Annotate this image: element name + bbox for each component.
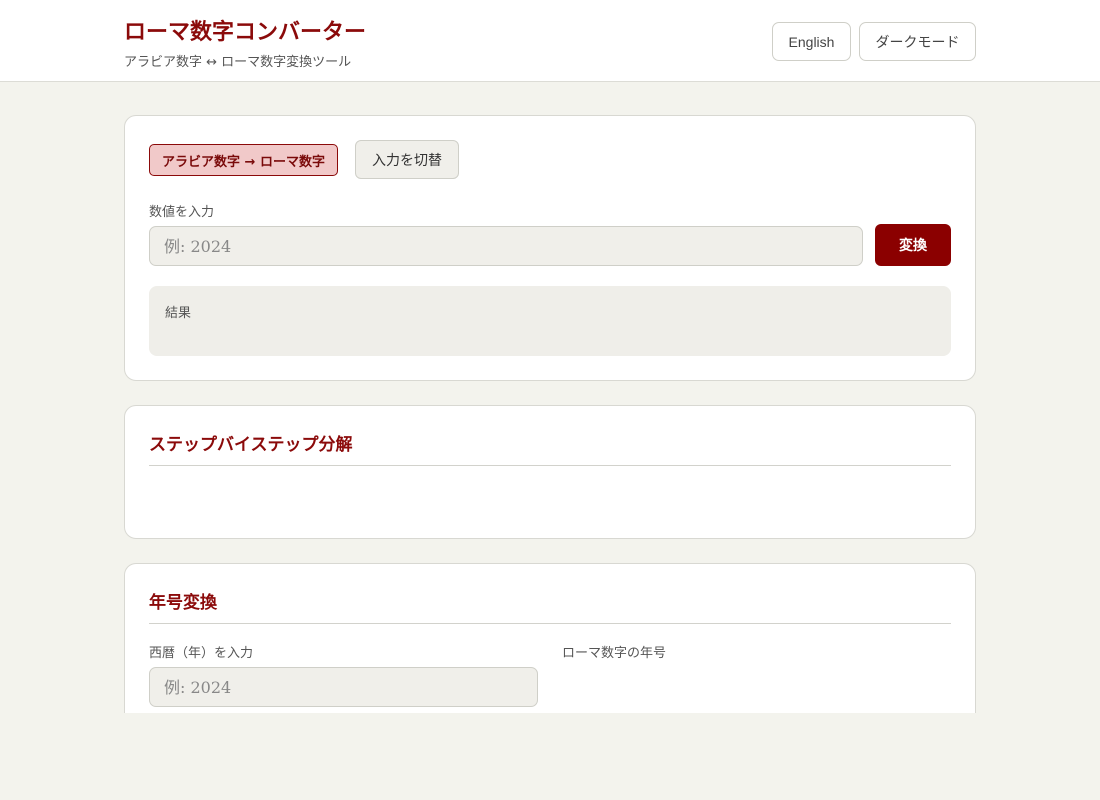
year-title: 年号変換 (149, 593, 217, 613)
app-title: ローマ数字コンバーター (124, 19, 367, 45)
year-divider (149, 623, 951, 624)
mode-indicator: アラビア数字 → ローマ数字 (149, 144, 338, 176)
result-box: 結果 (149, 286, 951, 356)
app-subtitle: アラビア数字 ↔ ローマ数字変換ツール (124, 55, 352, 70)
converter-card: アラビア数字 → ローマ数字 入力を切替 数値を入力 変換 結果 (124, 115, 976, 381)
year-input-label: 西暦（年）を入力 (149, 646, 254, 661)
number-input[interactable] (149, 226, 863, 266)
roman-year-label: ローマ数字の年号 (562, 646, 667, 661)
result-label: 結果 (165, 306, 192, 321)
page-bottom-area (0, 713, 1100, 800)
language-toggle-button[interactable]: English (772, 22, 851, 61)
convert-button[interactable]: 変換 (875, 224, 951, 266)
dark-mode-button[interactable]: ダークモード (859, 22, 976, 61)
year-card: 年号変換 西暦（年）を入力 ローマ数字の年号 (124, 563, 976, 733)
app-header: ローマ数字コンバーター アラビア数字 ↔ ローマ数字変換ツール English … (0, 0, 1100, 82)
breakdown-card: ステップバイステップ分解 (124, 405, 976, 539)
number-input-label: 数値を入力 (149, 205, 215, 220)
year-input[interactable] (149, 667, 538, 707)
breakdown-title: ステップバイステップ分解 (149, 435, 353, 455)
swap-input-button[interactable]: 入力を切替 (355, 140, 459, 179)
breakdown-divider (149, 465, 951, 466)
